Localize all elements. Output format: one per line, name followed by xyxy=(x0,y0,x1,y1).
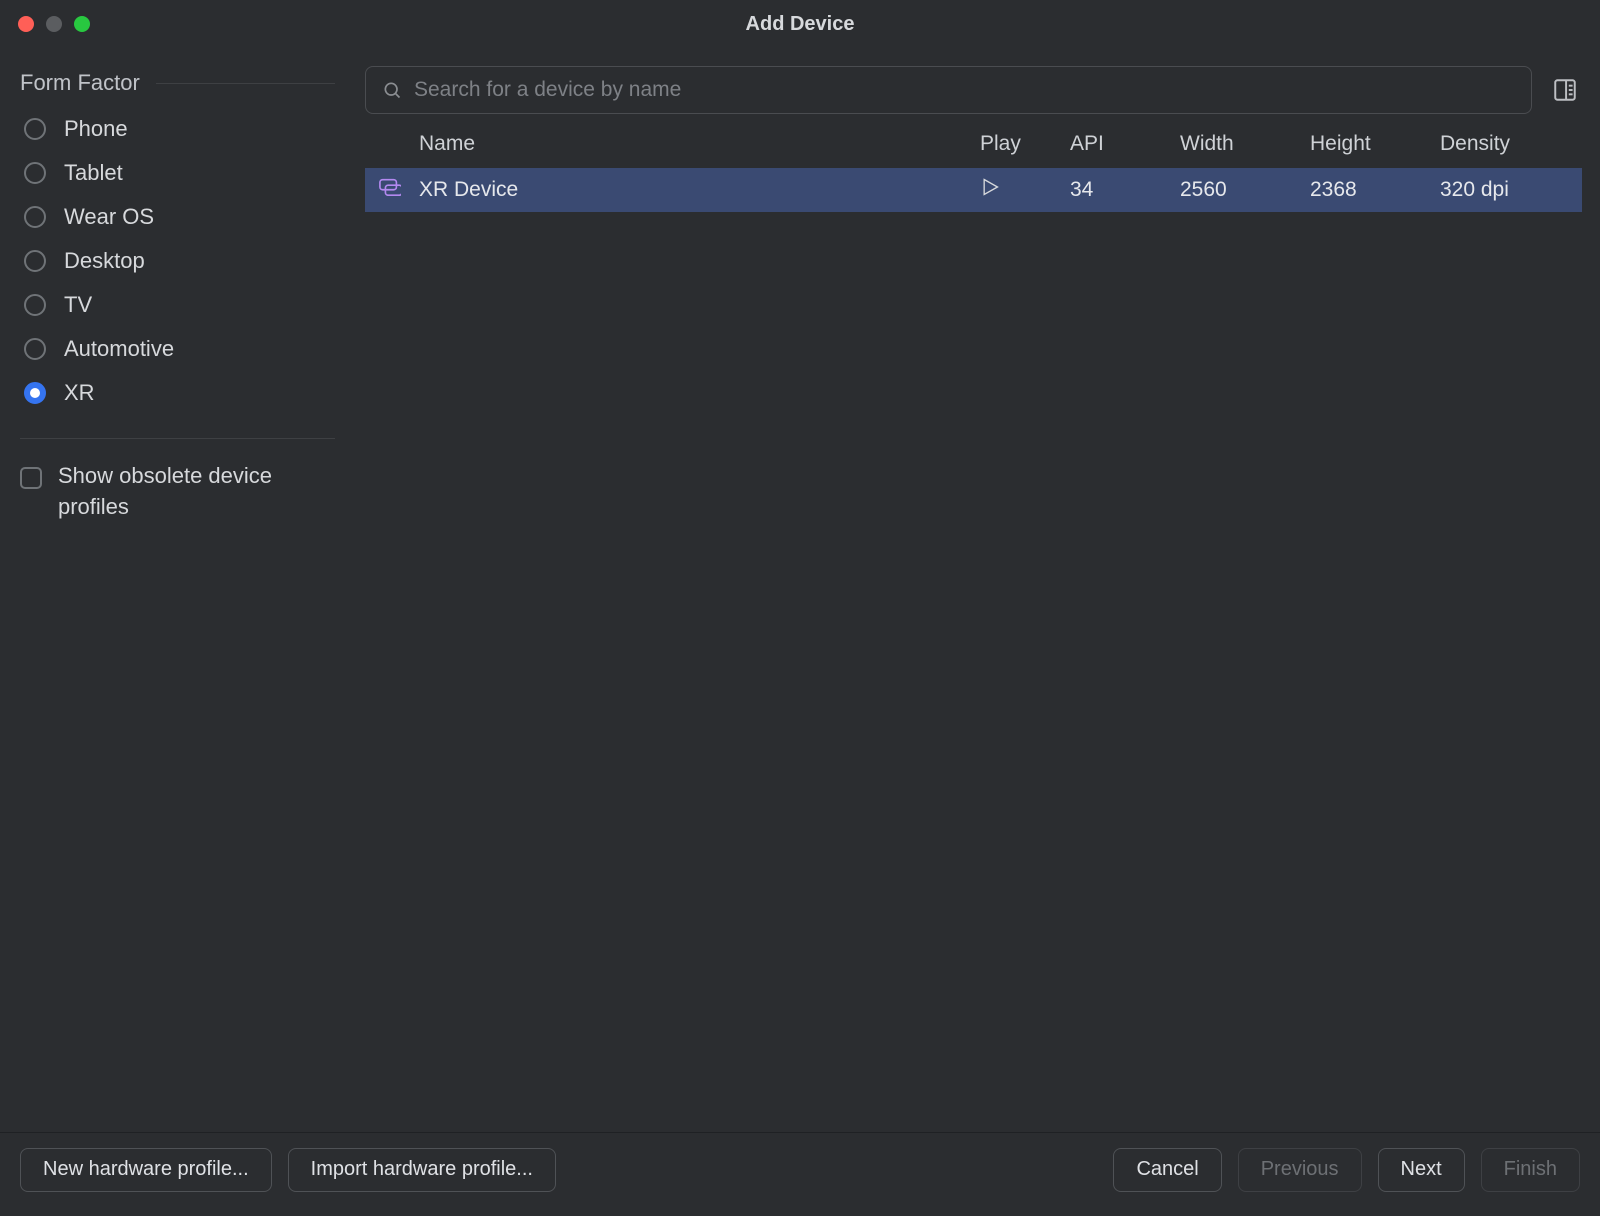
import-hardware-profile-button[interactable]: Import hardware profile... xyxy=(288,1148,556,1192)
form-factor-tablet[interactable]: Tablet xyxy=(20,154,335,192)
th-play[interactable]: Play xyxy=(974,132,1064,156)
form-factor-label: TV xyxy=(64,292,92,318)
form-factor-tv[interactable]: TV xyxy=(20,286,335,324)
td-density: 320 dpi xyxy=(1434,178,1574,202)
radio-icon xyxy=(24,118,46,140)
td-api: 34 xyxy=(1064,178,1174,202)
form-factor-wearos[interactable]: Wear OS xyxy=(20,198,335,236)
form-factor-label: XR xyxy=(64,380,95,406)
search-row xyxy=(365,66,1582,114)
td-name: XR Device xyxy=(419,178,974,202)
form-factor-title: Form Factor xyxy=(20,70,140,96)
form-factor-phone[interactable]: Phone xyxy=(20,110,335,148)
footer: New hardware profile... Import hardware … xyxy=(0,1132,1600,1216)
th-density[interactable]: Density xyxy=(1434,132,1574,156)
play-store-icon xyxy=(980,177,1000,197)
form-factor-desktop[interactable]: Desktop xyxy=(20,242,335,280)
form-factor-label: Tablet xyxy=(64,160,123,186)
search-icon xyxy=(382,80,402,100)
main: Name Play API Width Height Density xyxy=(355,48,1600,1132)
td-width: 2560 xyxy=(1174,178,1304,202)
th-height[interactable]: Height xyxy=(1304,132,1434,156)
td-play xyxy=(974,177,1064,203)
show-obsolete-checkbox[interactable]: Show obsolete device profiles xyxy=(20,461,335,523)
next-button[interactable]: Next xyxy=(1378,1148,1465,1192)
td-icon-cell xyxy=(373,178,419,202)
radio-icon xyxy=(24,250,46,272)
sidebar-section-header: Form Factor xyxy=(20,70,335,96)
new-hardware-profile-button[interactable]: New hardware profile... xyxy=(20,1148,272,1192)
device-name: XR Device xyxy=(419,178,518,202)
radio-icon xyxy=(24,294,46,316)
form-factor-label: Phone xyxy=(64,116,128,142)
divider xyxy=(20,438,335,439)
th-name[interactable]: Name xyxy=(419,132,974,156)
radio-icon xyxy=(24,206,46,228)
table-row[interactable]: XR Device 34 2560 2368 320 dpi xyxy=(365,168,1582,212)
finish-button[interactable]: Finish xyxy=(1481,1148,1580,1192)
window-title: Add Device xyxy=(0,13,1600,36)
radio-icon xyxy=(24,338,46,360)
xr-device-icon xyxy=(379,178,401,196)
td-height: 2368 xyxy=(1304,178,1434,202)
details-pane-toggle-icon[interactable] xyxy=(1548,73,1582,107)
form-factor-xr[interactable]: XR xyxy=(20,374,335,412)
divider xyxy=(156,83,335,84)
radio-icon xyxy=(24,162,46,184)
th-width[interactable]: Width xyxy=(1174,132,1304,156)
sidebar: Form Factor Phone Tablet Wear OS xyxy=(0,48,355,1132)
form-factor-automotive[interactable]: Automotive xyxy=(20,330,335,368)
titlebar: Add Device xyxy=(0,0,1600,48)
form-factor-label: Desktop xyxy=(64,248,145,274)
previous-button[interactable]: Previous xyxy=(1238,1148,1362,1192)
cancel-button[interactable]: Cancel xyxy=(1113,1148,1221,1192)
th-api[interactable]: API xyxy=(1064,132,1174,156)
form-factor-label: Wear OS xyxy=(64,204,154,230)
checkbox-icon xyxy=(20,467,42,489)
device-table: Name Play API Width Height Density xyxy=(365,120,1582,1132)
form-factor-list: Phone Tablet Wear OS Desktop TV xyxy=(20,110,335,412)
search-field[interactable] xyxy=(365,66,1532,114)
form-factor-label: Automotive xyxy=(64,336,174,362)
search-input[interactable] xyxy=(414,78,1515,102)
body-area: Form Factor Phone Tablet Wear OS xyxy=(0,48,1600,1132)
radio-icon xyxy=(24,382,46,404)
table-header: Name Play API Width Height Density xyxy=(365,120,1582,168)
window: Add Device Form Factor Phone Tablet Wear xyxy=(0,0,1600,1216)
show-obsolete-label: Show obsolete device profiles xyxy=(58,461,308,523)
